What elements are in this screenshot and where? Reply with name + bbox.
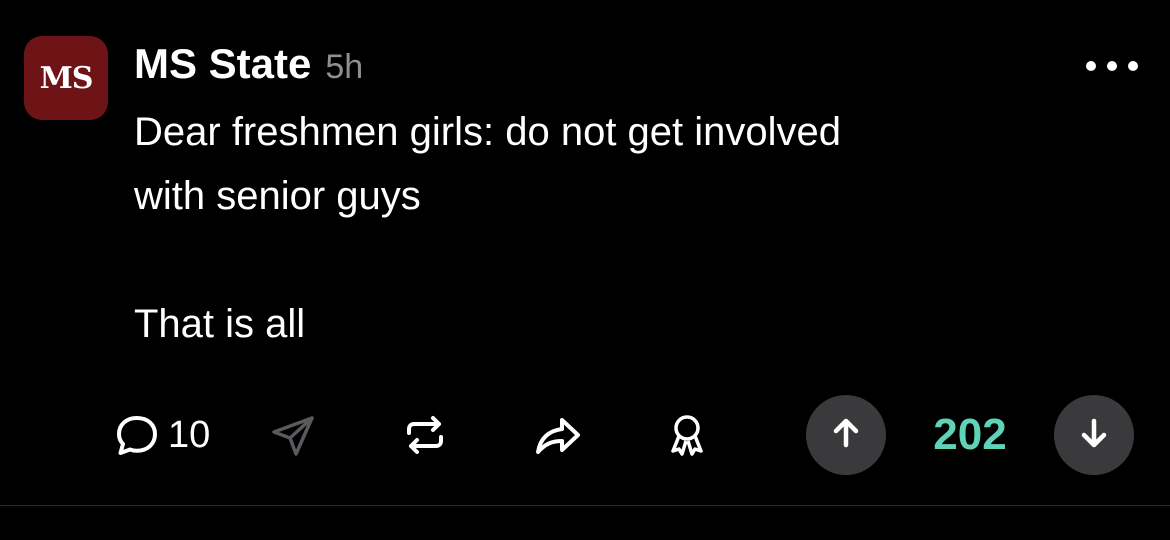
post-timestamp: 5h (325, 48, 364, 86)
ellipsis-icon (1107, 61, 1117, 71)
avatar-text: MS (39, 60, 94, 96)
ellipsis-icon (1128, 61, 1138, 71)
repost-icon (400, 410, 450, 460)
arrow-up-icon (828, 415, 864, 456)
share-arrow-icon (532, 410, 584, 460)
channel-name[interactable]: MS State (134, 40, 311, 88)
upvote-button[interactable] (806, 395, 886, 475)
award-ribbon-icon (664, 410, 710, 460)
comments-count: 10 (168, 413, 211, 456)
paper-plane-icon (268, 410, 318, 460)
more-options-button[interactable] (1086, 52, 1138, 80)
channel-avatar[interactable]: MS (24, 36, 108, 120)
action-bar: 10 202 (0, 390, 1170, 480)
repost-button[interactable] (400, 390, 450, 480)
arrow-down-icon (1076, 415, 1112, 456)
send-button[interactable] (268, 390, 318, 480)
vote-count: 202 (905, 390, 1035, 480)
award-button[interactable] (664, 390, 710, 480)
post-header: MS State 5h (134, 40, 363, 90)
post-divider (0, 505, 1170, 506)
post-card: MS MS State 5h Dear freshmen girls: do n… (0, 0, 1170, 505)
comments-button[interactable]: 10 (112, 390, 210, 480)
downvote-button[interactable] (1054, 395, 1134, 475)
comment-bubble-icon (112, 410, 162, 460)
share-button[interactable] (532, 390, 584, 480)
vote-count-value: 202 (933, 410, 1007, 459)
post-body: Dear freshmen girls: do not get involved… (134, 110, 842, 346)
ellipsis-icon (1086, 61, 1096, 71)
